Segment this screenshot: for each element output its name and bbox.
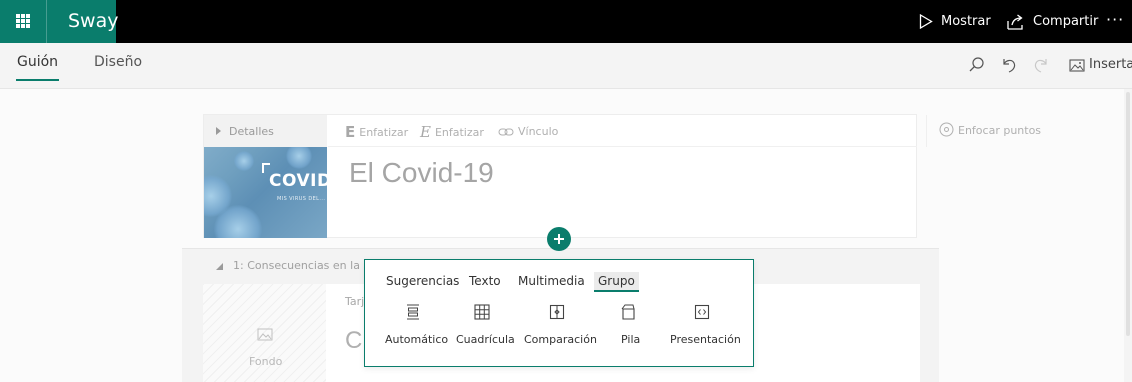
emphasis-italic-button[interactable]: E Enfatizar xyxy=(420,123,484,141)
add-content-button[interactable] xyxy=(547,227,571,251)
tab-media[interactable]: Multimedia xyxy=(518,272,585,292)
tab-design[interactable]: Diseño xyxy=(94,53,142,81)
image-title-text: COVID xyxy=(269,171,327,191)
app-name[interactable]: Sway xyxy=(46,0,119,43)
tab-storyline[interactable]: Guión xyxy=(15,53,60,81)
undo-button[interactable] xyxy=(1000,56,1018,74)
tab-group[interactable]: Grupo xyxy=(594,272,639,292)
format-toolbar: E Enfatizar E Enfatizar Vínculo Enfocar pu… xyxy=(328,115,1041,147)
grid-group-icon xyxy=(474,304,490,320)
group-automatic-option[interactable]: Automático xyxy=(385,304,448,354)
comparison-group-icon xyxy=(549,304,565,320)
image-subtitle-text: MIS VIRUS DEL... xyxy=(277,196,326,202)
card-type-label: Tarj xyxy=(345,295,365,308)
play-button-label: Mostrar xyxy=(941,14,991,29)
italic-icon: E xyxy=(420,123,431,141)
card-text[interactable]: C xyxy=(345,327,362,355)
bold-icon: E xyxy=(345,123,356,141)
group-slideshow-option[interactable]: Presentación xyxy=(670,304,741,354)
tab-text[interactable]: Texto xyxy=(469,272,501,292)
insert-button-label: Insertar xyxy=(1089,57,1132,72)
tab-suggestions[interactable]: Sugerencias xyxy=(386,272,459,292)
focus-icon xyxy=(939,122,954,137)
insert-card-menu: Sugerencias Texto Multimedia Grupo Autom… xyxy=(364,259,754,367)
share-button-label: Compartir xyxy=(1033,14,1099,29)
background-placeholder[interactable]: Fondo xyxy=(203,284,326,382)
play-button[interactable]: Mostrar xyxy=(919,0,991,43)
background-label: Fondo xyxy=(249,355,283,368)
redo-icon xyxy=(1034,59,1047,73)
group-grid-option[interactable]: Cuadrícula xyxy=(456,304,515,354)
emphasis-bold-button[interactable]: E Enfatizar xyxy=(345,123,408,141)
details-toggle[interactable]: Detalles xyxy=(216,125,274,138)
play-icon xyxy=(919,14,933,29)
sway-editor: Sway Mostrar Compartir ··· Guión Diseño xyxy=(0,0,1132,382)
search-icon xyxy=(969,57,984,72)
automatic-group-icon xyxy=(407,304,419,320)
group-comparison-option[interactable]: Comparación xyxy=(524,304,597,354)
app-launcher-button[interactable] xyxy=(0,0,46,43)
insert-button[interactable]: Insertar xyxy=(1069,55,1132,77)
share-icon xyxy=(1007,14,1023,30)
more-options-button[interactable]: ··· xyxy=(1106,0,1128,43)
title-text[interactable]: El Covid-19 xyxy=(349,157,494,189)
scrollbar-thumb[interactable] xyxy=(1126,92,1130,336)
share-button[interactable]: Compartir xyxy=(1007,0,1099,43)
collapse-triangle-icon xyxy=(216,263,223,270)
title-card[interactable]: Detalles COVID MIS VIRUS DEL... E Enfatiz… xyxy=(203,114,1041,238)
image-icon xyxy=(1069,59,1085,72)
focus-points-button[interactable]: Enfocar puntos xyxy=(926,115,1041,147)
link-button[interactable]: Vínculo xyxy=(498,125,558,138)
app-header: Sway Mostrar Compartir ··· xyxy=(0,0,1132,43)
search-button[interactable] xyxy=(968,56,986,74)
group-stack-option[interactable]: Pila xyxy=(614,304,644,354)
slideshow-group-icon xyxy=(694,304,710,320)
section-heading[interactable]: 1: Consecuencias en la cor xyxy=(216,259,381,272)
expand-triangle-icon xyxy=(216,127,221,135)
image-placeholder-icon xyxy=(257,328,273,341)
details-label: Detalles xyxy=(229,125,274,138)
waffle-icon xyxy=(16,14,30,28)
view-toolbar: Guión Diseño Inserta xyxy=(0,43,1132,89)
title-background-image[interactable]: Detalles COVID MIS VIRUS DEL... xyxy=(204,115,327,238)
link-icon xyxy=(498,128,514,136)
undo-icon xyxy=(1003,59,1016,73)
stack-group-icon xyxy=(621,304,635,320)
redo-button[interactable] xyxy=(1032,56,1050,74)
